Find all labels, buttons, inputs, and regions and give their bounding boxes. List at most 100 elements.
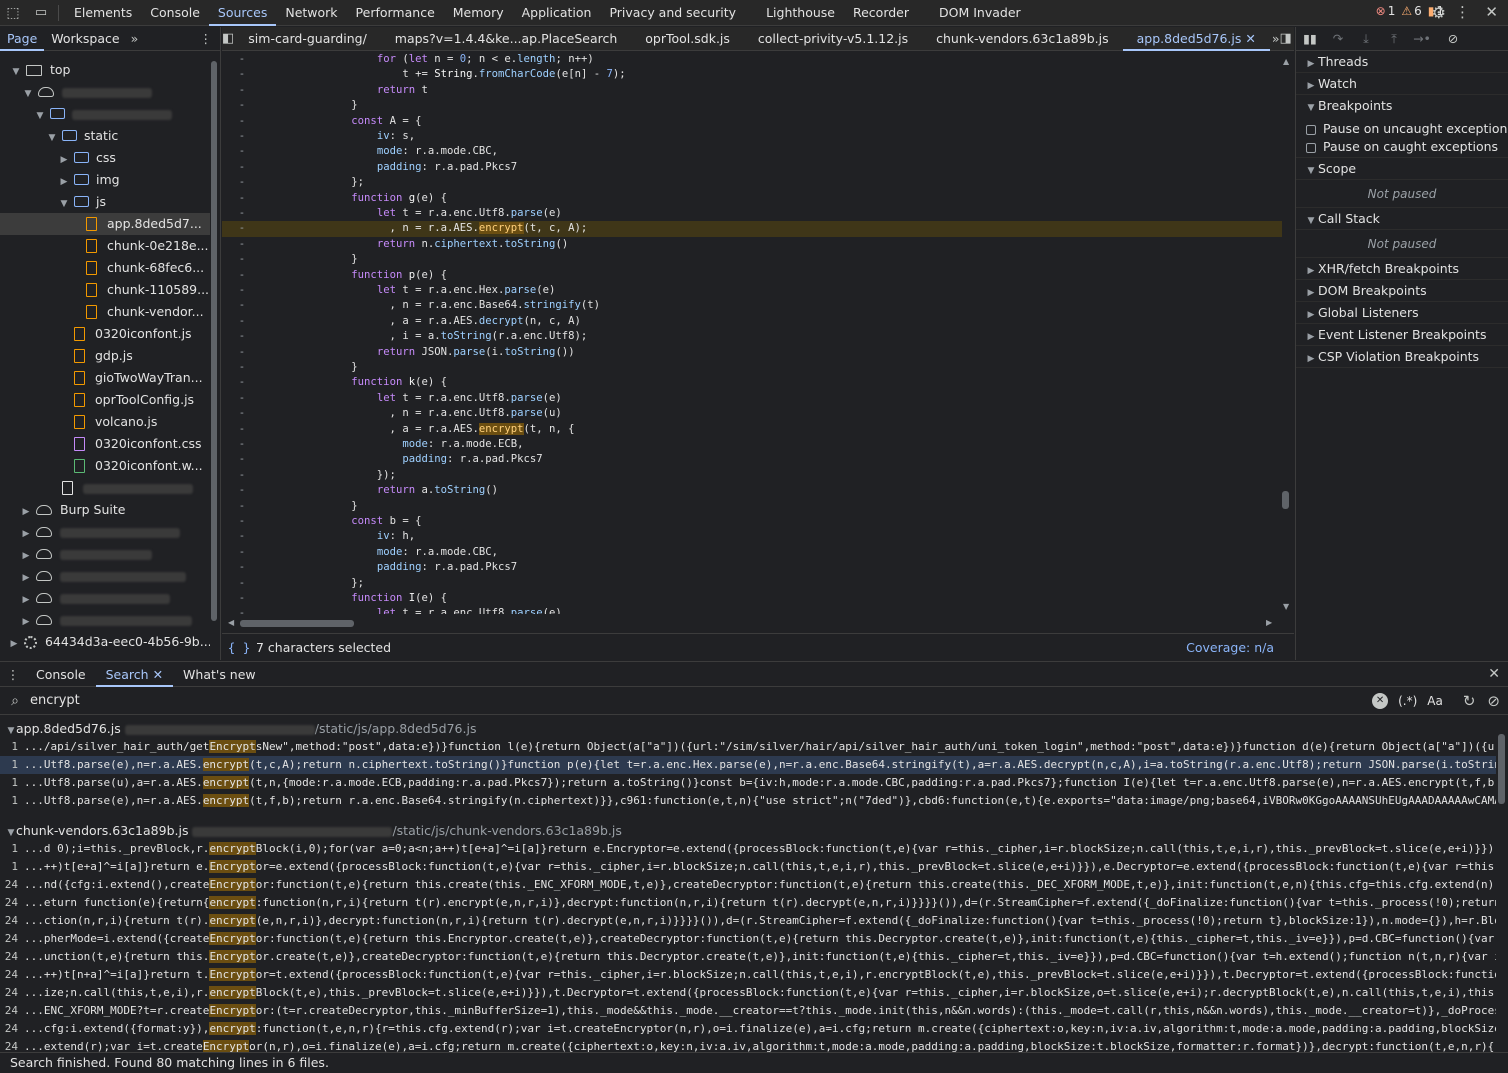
pause-caught-checkbox[interactable]: Pause on caught exceptions bbox=[1296, 138, 1508, 158]
section-call-stack[interactable]: ▼ Call Stack bbox=[1296, 208, 1508, 230]
more-tabs-icon[interactable]: » bbox=[1272, 31, 1280, 46]
section-watch[interactable]: ▶ Watch bbox=[1296, 73, 1508, 95]
navigator-menu-icon[interactable]: ⋮ bbox=[200, 31, 213, 46]
tree-item-img[interactable]: ▶ img bbox=[0, 169, 210, 191]
tree-item-burp[interactable]: ▶ Burp Suite bbox=[0, 499, 210, 521]
tree-item-css[interactable]: ▶ css bbox=[0, 147, 210, 169]
tree-item-frame[interactable]: ▶ 64434d3a-eec0-4b56-9b... bbox=[0, 631, 210, 653]
section-breakpoints[interactable]: ▼ Breakpoints bbox=[1296, 95, 1508, 117]
section-threads[interactable]: ▶ Threads bbox=[1296, 51, 1508, 73]
result-file-header[interactable]: ▼ app.8ded5d76.js /static/js/app.8ded5d76… bbox=[0, 720, 1496, 738]
tab-performance[interactable]: Performance bbox=[347, 0, 444, 26]
tree-item-domain[interactable]: ▼ bbox=[0, 81, 210, 103]
code-view[interactable]: - for (let n = 0; n < e.length; n++) - t… bbox=[222, 52, 1282, 614]
tree-item-domain[interactable]: ▶ bbox=[0, 565, 210, 587]
more-options-icon[interactable]: ⋮ bbox=[1455, 3, 1470, 21]
toggle-navigator-icon[interactable]: ◧ bbox=[222, 31, 234, 46]
clear-search-icon[interactable]: ✕ bbox=[1372, 692, 1389, 709]
more-tabs-icon[interactable]: » bbox=[131, 31, 139, 46]
tree-file-chunk[interactable]: chunk-vendor... bbox=[0, 301, 210, 323]
section-event-listener-breakpoints[interactable]: ▶ Event Listener Breakpoints bbox=[1296, 324, 1508, 346]
tab-lighthouse[interactable]: Lighthouse bbox=[757, 0, 844, 26]
regex-toggle[interactable]: (.*) bbox=[1398, 694, 1417, 708]
result-line[interactable]: 24 ...nd({cfg:i.extend(),createEncryptor:… bbox=[0, 876, 1496, 894]
result-file-header[interactable]: ▼ chunk-vendors.63c1a89b.js /static/js/ch… bbox=[0, 822, 1496, 840]
tree-item-domain[interactable]: ▶ bbox=[0, 587, 210, 609]
editor-tab[interactable]: maps?v=1.4.4&ke...ap.PlaceSearch bbox=[381, 27, 632, 51]
tab-application[interactable]: Application bbox=[513, 0, 601, 26]
scroll-up-icon[interactable]: ▲ bbox=[1283, 57, 1289, 66]
match-case-toggle[interactable]: Aa bbox=[1427, 694, 1443, 708]
tab-dom-invader[interactable]: DOM Invader bbox=[930, 0, 1030, 26]
drawer-tab-search[interactable]: Search ✕ bbox=[95, 662, 174, 687]
tree-file-chunk[interactable]: chunk-0e218e... bbox=[0, 235, 210, 257]
result-line[interactable]: 24 ...unction(t,e){return this.Encryptor.… bbox=[0, 948, 1496, 966]
tree-item-domain[interactable]: ▶ bbox=[0, 543, 210, 565]
editor-tab[interactable]: oprTool.sdk.js bbox=[631, 27, 744, 51]
results-scrollbar[interactable] bbox=[1498, 734, 1505, 804]
tree-item-static[interactable]: ▼ static bbox=[0, 125, 210, 147]
section-scope[interactable]: ▼ Scope bbox=[1296, 158, 1508, 180]
scroll-down-icon[interactable]: ▼ bbox=[1283, 602, 1289, 611]
editor-tab-active[interactable]: app.8ded5d76.js ✕ bbox=[1122, 27, 1270, 51]
step-icon[interactable]: →• bbox=[1408, 31, 1436, 46]
tree-file[interactable]: gdp.js bbox=[0, 345, 210, 367]
editor-vertical-scrollbar[interactable] bbox=[1282, 491, 1289, 509]
device-toolbar-icon[interactable]: ▭ bbox=[26, 0, 56, 26]
tab-workspace[interactable]: Workspace bbox=[44, 27, 126, 51]
tree-file[interactable] bbox=[0, 477, 210, 499]
navigator-scrollbar[interactable] bbox=[211, 61, 217, 621]
step-over-icon[interactable]: ↷ bbox=[1324, 31, 1352, 46]
result-line[interactable]: 24 ...++)t[n+a]^=i[a]}return t.Encryptor=… bbox=[0, 966, 1496, 984]
tree-item-top[interactable]: ▼ top bbox=[0, 59, 210, 81]
coverage-status[interactable]: Coverage: n/a bbox=[1186, 640, 1274, 655]
result-line[interactable]: 24 ...ize;n.call(this,t,e,i),r.encryptBlo… bbox=[0, 984, 1496, 1002]
result-line[interactable]: 24 ...ction(n,r,i){return t(r).encrypt(e,… bbox=[0, 912, 1496, 930]
tab-page[interactable]: Page bbox=[0, 27, 45, 51]
editor-tab[interactable]: collect-privity-v5.1.12.js bbox=[744, 27, 922, 51]
result-line[interactable]: 24 ...pherMode=i.extend({createEncryptor:… bbox=[0, 930, 1496, 948]
result-line-selected[interactable]: 1 ...Utf8.parse(e),n=r.a.AES.encrypt(t,c,… bbox=[0, 756, 1496, 774]
toggle-debugger-icon[interactable]: ◨ bbox=[1280, 31, 1292, 46]
result-line[interactable]: 1 ...Utf8.parse(u),a=r.a.AES.encrypt(t,n,… bbox=[0, 774, 1496, 792]
refresh-icon[interactable]: ↻ bbox=[1463, 692, 1476, 710]
tree-item-domain[interactable]: ▶ bbox=[0, 609, 210, 631]
section-dom-breakpoints[interactable]: ▶ DOM Breakpoints bbox=[1296, 280, 1508, 302]
drawer-tab-console[interactable]: Console bbox=[26, 662, 96, 687]
result-line[interactable]: 1 .../api/silver_hair_auth/getEncryptsNew… bbox=[0, 738, 1496, 756]
tab-console[interactable]: Console bbox=[141, 0, 209, 26]
tree-file[interactable]: volcano.js bbox=[0, 411, 210, 433]
tree-file[interactable]: 0320iconfont.js bbox=[0, 323, 210, 345]
result-line[interactable]: 24 ...cfg:i.extend({format:y}),encrypt:fu… bbox=[0, 1020, 1496, 1038]
settings-icon[interactable]: ⚙ bbox=[1432, 3, 1446, 22]
tab-memory[interactable]: Memory bbox=[444, 0, 513, 26]
tab-recorder[interactable]: Recorder bbox=[844, 0, 918, 26]
tree-file-chunk[interactable]: chunk-110589... bbox=[0, 279, 210, 301]
section-xhr-breakpoints[interactable]: ▶ XHR/fetch Breakpoints bbox=[1296, 258, 1508, 280]
pause-uncaught-checkbox[interactable]: Pause on uncaught exceptions bbox=[1296, 120, 1508, 138]
scroll-left-icon[interactable]: ◀ bbox=[228, 618, 234, 627]
clear-results-icon[interactable]: ⊘ bbox=[1487, 692, 1500, 710]
result-line[interactable]: 1 ...Utf8.parse(e),n=r.a.AES.encrypt(t,f,… bbox=[0, 792, 1496, 810]
search-input[interactable]: encrypt bbox=[30, 693, 1372, 708]
close-tab-icon[interactable]: ✕ bbox=[153, 667, 163, 682]
editor-tab[interactable]: chunk-vendors.63c1a89b.js bbox=[922, 27, 1122, 51]
tree-file[interactable]: gioTwoWayTran... bbox=[0, 367, 210, 389]
tree-item-js[interactable]: ▼ js bbox=[0, 191, 210, 213]
pause-icon[interactable]: ▮▮ bbox=[1296, 31, 1324, 46]
editor-horizontal-scrollbar[interactable] bbox=[240, 620, 354, 627]
section-csp-breakpoints[interactable]: ▶ CSP Violation Breakpoints bbox=[1296, 346, 1508, 368]
tree-file-app[interactable]: app.8ded5d7... bbox=[0, 213, 210, 235]
drawer-menu-icon[interactable]: ⋮ bbox=[0, 667, 26, 682]
tree-file[interactable]: oprToolConfig.js bbox=[0, 389, 210, 411]
close-devtools-icon[interactable]: ✕ bbox=[1485, 3, 1498, 21]
selected-code-line[interactable]: - , n = r.a.AES.encrypt(t, c, A); bbox=[222, 221, 1282, 237]
tab-privacy-security[interactable]: Privacy and security bbox=[600, 0, 745, 26]
close-drawer-icon[interactable]: ✕ bbox=[1488, 666, 1500, 682]
section-global-listeners[interactable]: ▶ Global Listeners bbox=[1296, 302, 1508, 324]
editor-tab[interactable]: sim-card-guarding/ bbox=[234, 27, 380, 51]
step-out-icon[interactable]: ⤒ bbox=[1380, 31, 1408, 47]
deactivate-breakpoints-icon[interactable]: ⊘ bbox=[1436, 31, 1470, 46]
step-into-icon[interactable]: ⤓ bbox=[1352, 31, 1380, 47]
tree-file-chunk[interactable]: chunk-68fec6... bbox=[0, 257, 210, 279]
